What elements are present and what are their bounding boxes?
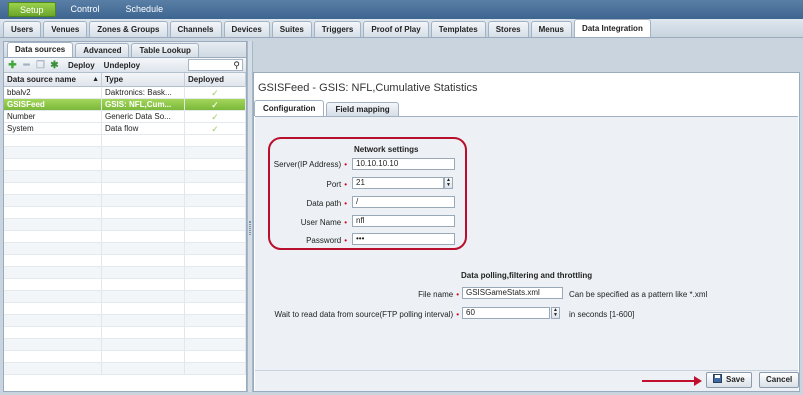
check-icon: ✓	[185, 111, 246, 123]
grid-header: Data source name ▲ Type Deployed	[4, 73, 246, 87]
file-name-label: File name •	[418, 290, 459, 299]
floppy-disk-icon	[713, 374, 722, 383]
empty-row	[4, 255, 246, 267]
tab-configuration[interactable]: Configuration	[254, 100, 325, 116]
annotation-arrow-icon	[694, 376, 702, 386]
port-label: Port •	[326, 180, 347, 189]
empty-row	[4, 267, 246, 279]
undeploy-button[interactable]: Undeploy	[104, 61, 140, 70]
tab-suites[interactable]: Suites	[271, 21, 312, 37]
copy-icon[interactable]: ❐	[36, 60, 45, 70]
table-row[interactable]: Number Generic Data So... ✓	[4, 111, 246, 123]
tab-advanced[interactable]: Advanced	[75, 43, 130, 57]
empty-row	[4, 219, 246, 231]
nav-control[interactable]: Control	[60, 2, 111, 17]
top-navigation: Setup Control Schedule	[0, 0, 803, 19]
file-name-input[interactable]: GSISGameStats.xml	[462, 287, 563, 299]
nav-setup[interactable]: Setup	[8, 2, 56, 17]
empty-row	[4, 291, 246, 303]
tab-zones-groups[interactable]: Zones & Groups	[89, 21, 168, 37]
server-ip-input[interactable]: 10.10.10.10	[352, 158, 455, 170]
tab-data-integration[interactable]: Data Integration	[573, 19, 651, 37]
empty-row	[4, 135, 246, 147]
remove-icon[interactable]: ━	[22, 60, 31, 70]
empty-row	[4, 195, 246, 207]
left-subtabs: Data sources Advanced Table Lookup	[4, 42, 246, 58]
tab-field-mapping[interactable]: Field mapping	[326, 102, 399, 116]
empty-row	[4, 351, 246, 363]
search-icon[interactable]: ⚲	[188, 59, 243, 71]
tab-venues[interactable]: Venues	[43, 21, 88, 37]
data-path-input[interactable]: /	[352, 196, 455, 208]
empty-row	[4, 231, 246, 243]
server-label: Server(IP Address) •	[273, 160, 347, 169]
table-row[interactable]: GSISFeed GSIS: NFL,Cum... ✓	[4, 99, 246, 111]
tab-proof-of-play[interactable]: Proof of Play	[363, 21, 429, 37]
cancel-button[interactable]: Cancel	[759, 372, 800, 388]
module-tabs: Users Venues Zones & Groups Channels Dev…	[0, 19, 803, 38]
empty-row	[4, 315, 246, 327]
splitter-grip-icon[interactable]	[249, 221, 251, 235]
tab-devices[interactable]: Devices	[223, 21, 270, 37]
empty-row	[4, 147, 246, 159]
polling-interval-label: Wait to read data from source(FTP pollin…	[274, 310, 459, 319]
empty-row	[4, 207, 246, 219]
network-settings-title: Network settings	[354, 145, 419, 154]
data-sources-list: bbalv2 Daktronics: Bask... ✓ GSISFeed GS…	[4, 87, 246, 375]
tab-stores[interactable]: Stores	[487, 21, 529, 37]
deploy-button[interactable]: Deploy	[68, 61, 95, 70]
empty-row	[4, 171, 246, 183]
port-input[interactable]: 21	[352, 177, 444, 189]
polling-interval-hint: in seconds [1-600]	[569, 310, 635, 319]
empty-row	[4, 243, 246, 255]
empty-row	[4, 363, 246, 375]
empty-row	[4, 303, 246, 315]
check-icon: ✓	[185, 123, 246, 135]
empty-row	[4, 183, 246, 195]
password-input[interactable]: •••	[352, 233, 455, 245]
empty-row	[4, 159, 246, 171]
password-label: Password •	[306, 236, 347, 245]
annotation-arrow-line	[642, 380, 696, 382]
sort-ascending-icon: ▲	[92, 76, 99, 83]
empty-row	[4, 279, 246, 291]
empty-row	[4, 327, 246, 339]
column-header-name[interactable]: Data source name ▲	[4, 73, 102, 87]
data-sources-panel: Data sources Advanced Table Lookup ✚ ━ ❐…	[3, 41, 247, 392]
save-button[interactable]: Save	[706, 372, 752, 388]
empty-row	[4, 339, 246, 351]
tab-templates[interactable]: Templates	[430, 21, 486, 37]
add-icon[interactable]: ✚	[8, 60, 17, 70]
user-name-label: User Name •	[300, 218, 347, 227]
tab-triggers[interactable]: Triggers	[313, 21, 362, 37]
nav-schedule[interactable]: Schedule	[115, 2, 175, 17]
polling-interval-stepper[interactable]: ▲ ▼	[551, 307, 560, 319]
check-icon: ✓	[185, 87, 246, 99]
file-name-hint: Can be specified as a pattern like *.xml	[569, 290, 708, 299]
details-tabs: Configuration Field mapping	[254, 100, 399, 116]
tab-data-sources[interactable]: Data sources	[7, 42, 74, 57]
column-header-deployed[interactable]: Deployed	[185, 73, 246, 87]
tab-users[interactable]: Users	[3, 21, 42, 37]
page-title: GSISFeed - GSIS: NFL,Cumulative Statisti…	[258, 82, 478, 94]
tab-menus[interactable]: Menus	[530, 21, 572, 37]
table-row[interactable]: System Data flow ✓	[4, 123, 246, 135]
polling-interval-input[interactable]: 60	[462, 307, 550, 319]
port-stepper[interactable]: ▲ ▼	[444, 177, 453, 189]
polling-settings-title: Data polling,filtering and throttling	[461, 271, 593, 280]
user-name-input[interactable]: nfl	[352, 215, 455, 227]
tab-table-lookup[interactable]: Table Lookup	[131, 43, 199, 57]
table-row[interactable]: bbalv2 Daktronics: Bask... ✓	[4, 87, 246, 99]
deploy-gear-icon[interactable]: ✱	[50, 60, 59, 70]
column-header-type[interactable]: Type	[102, 73, 185, 87]
check-icon: ✓	[185, 99, 246, 111]
tab-channels[interactable]: Channels	[169, 21, 222, 37]
data-path-label: Data path •	[306, 199, 347, 208]
data-sources-toolbar: ✚ ━ ❐ ✱ Deploy Undeploy ⚲	[4, 58, 246, 73]
